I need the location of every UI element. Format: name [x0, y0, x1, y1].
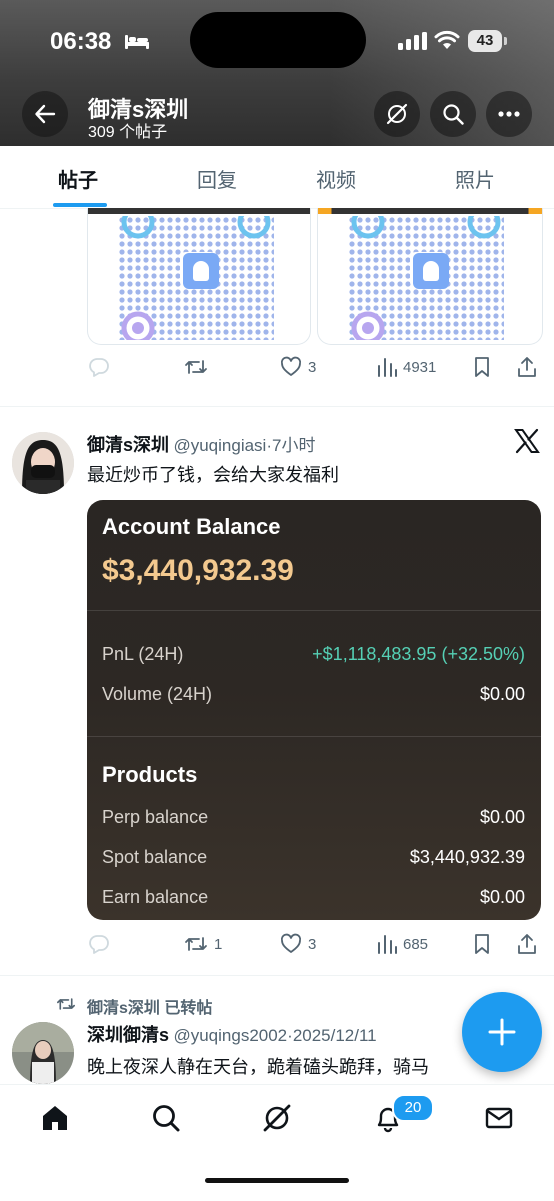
search-icon — [153, 1105, 180, 1132]
back-arrow-icon — [35, 104, 56, 124]
earn-value: $0.00 — [479, 887, 525, 907]
retweet-button[interactable] — [184, 356, 208, 378]
pnl-label: PnL (24H) — [102, 644, 184, 664]
bookmark-button[interactable] — [472, 933, 492, 955]
qr-logo-icon — [183, 253, 219, 289]
volume-label: Volume (24H) — [102, 684, 213, 704]
views-icon — [378, 935, 397, 954]
share-button[interactable] — [516, 356, 538, 378]
avatar[interactable] — [12, 432, 74, 494]
avatar[interactable] — [12, 1022, 74, 1084]
nav-messages[interactable] — [482, 1101, 516, 1135]
post-divider — [0, 406, 554, 407]
like-count: 3 — [308, 935, 317, 953]
tweet-header: 御清s深圳 @yuqingiasi·7小时 — [87, 431, 315, 457]
views-button[interactable]: 4931 — [377, 356, 436, 378]
retweet-count: 1 — [214, 935, 223, 953]
views-button[interactable]: 685 — [377, 933, 428, 955]
reply-button[interactable] — [88, 933, 110, 955]
status-time: 06:38 — [50, 28, 112, 55]
reply-icon — [89, 935, 109, 954]
grok-button[interactable] — [374, 91, 420, 137]
tweet-header: 深圳御清s @yuqings2002·2025/12/11 — [87, 1021, 377, 1047]
heart-icon — [280, 356, 302, 376]
share-icon — [518, 934, 536, 954]
wifi-icon — [434, 30, 460, 49]
retweet-icon — [185, 360, 207, 374]
post-time: 7小时 — [272, 436, 316, 455]
bottom-navigation — [0, 1084, 554, 1201]
plus-icon — [488, 1018, 516, 1046]
post-image-qr-2[interactable] — [317, 208, 543, 345]
spot-label: Spot balance — [102, 847, 208, 867]
like-button[interactable]: 3 — [280, 933, 316, 955]
author-name[interactable]: 御清s深圳 — [87, 435, 169, 455]
post-date: 2025/12/11 — [292, 1026, 377, 1045]
author-name[interactable]: 深圳御清s — [87, 1025, 169, 1045]
bookmark-icon — [475, 934, 489, 954]
messages-icon — [485, 1107, 513, 1129]
tab-posts[interactable]: 帖子 — [58, 164, 98, 193]
profile-tabs: 帖子 回复 视频 照片 — [0, 146, 554, 209]
more-button[interactable] — [486, 91, 532, 137]
dynamic-island — [190, 12, 366, 68]
post-divider — [0, 975, 554, 976]
home-indicator — [205, 1178, 349, 1183]
bookmark-icon — [475, 357, 489, 377]
tab-replies[interactable]: 回复 — [197, 164, 237, 193]
reply-button[interactable] — [88, 356, 110, 378]
retweeted-by-label[interactable]: 御清s深圳 已转帖 — [87, 994, 212, 1018]
back-button[interactable] — [22, 91, 68, 137]
retweet-button[interactable]: 1 — [184, 933, 222, 955]
qr-logo-icon — [413, 253, 449, 289]
perp-label: Perp balance — [102, 807, 209, 827]
share-button[interactable] — [516, 933, 538, 955]
view-count: 4931 — [403, 358, 437, 376]
grok-icon — [386, 103, 408, 125]
reply-icon — [89, 358, 109, 377]
view-count: 685 — [403, 935, 429, 953]
nav-search[interactable] — [149, 1101, 183, 1135]
volume-value: $0.00 — [479, 684, 525, 704]
perp-value: $0.00 — [479, 807, 525, 827]
home-icon — [43, 1106, 67, 1130]
retweet-icon — [56, 998, 75, 1010]
heart-icon — [280, 933, 302, 953]
like-button[interactable]: 3 — [280, 356, 316, 378]
post-image-qr-1[interactable] — [87, 208, 311, 345]
compose-post-button[interactable] — [462, 992, 542, 1072]
signal-icon — [398, 32, 427, 50]
pnl-value: +$1,118,483.95 (+32.50%) — [312, 644, 525, 664]
grok-icon — [263, 1104, 291, 1132]
nav-grok[interactable] — [260, 1101, 294, 1135]
bed-icon — [125, 35, 149, 49]
like-count: 3 — [308, 358, 317, 376]
battery-level: 43 — [468, 30, 502, 52]
tab-photos[interactable]: 照片 — [455, 164, 495, 193]
post-count: 309 个帖子 — [88, 124, 168, 141]
views-icon — [378, 358, 397, 377]
tab-videos[interactable]: 视频 — [316, 164, 356, 193]
battery-icon: 43 — [468, 30, 508, 52]
notification-count-badge: 20 — [392, 1094, 434, 1122]
search-icon — [443, 104, 464, 125]
active-tab-indicator — [53, 203, 107, 207]
nav-home[interactable] — [38, 1101, 72, 1135]
search-button[interactable] — [430, 91, 476, 137]
earn-label: Earn balance — [102, 887, 209, 907]
products-title: Products — [102, 762, 198, 787]
author-handle[interactable]: @yuqings2002 — [173, 1026, 287, 1045]
author-handle[interactable]: @yuqingiasi — [173, 436, 266, 455]
retweet-icon — [185, 937, 207, 951]
more-icon — [498, 111, 520, 117]
spot-value: $3,440,932.39 — [409, 847, 525, 867]
x-logo-icon[interactable] — [514, 428, 540, 454]
balance-title: Account Balance — [102, 514, 281, 539]
balance-amount: $3,440,932.39 — [102, 554, 294, 587]
share-icon — [518, 357, 536, 377]
account-balance-image[interactable]: Account Balance $3,440,932.39 PnL (24H) … — [87, 500, 541, 920]
bookmark-button[interactable] — [472, 356, 492, 378]
tweet-text: 晚上夜深人静在天台，跪着磕头跪拜，骑马 — [87, 1057, 429, 1077]
tweet-text: 最近炒币了钱，会给大家发福利 — [87, 465, 339, 485]
